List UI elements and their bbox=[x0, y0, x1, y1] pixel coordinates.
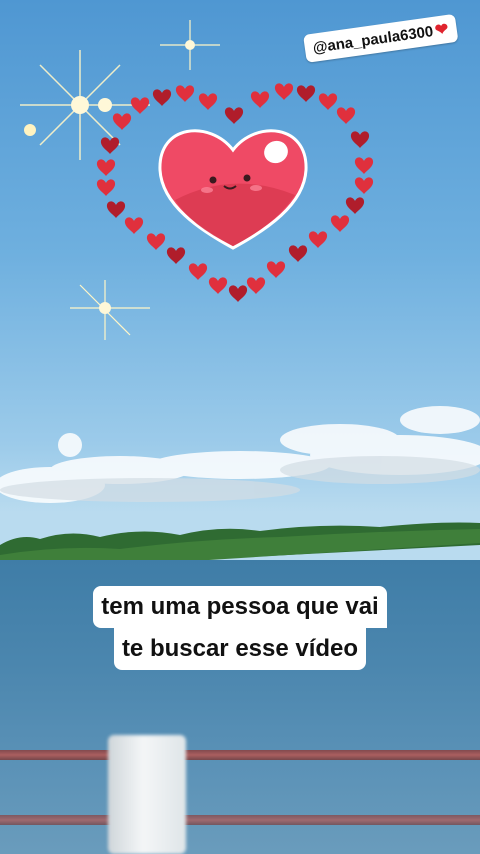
video-frame[interactable]: @ana_paula6300 ❤ tem uma pessoa que vai … bbox=[0, 0, 480, 854]
video-caption: tem uma pessoa que vai te buscar esse ví… bbox=[0, 586, 480, 670]
boat-railing-upper bbox=[0, 750, 480, 760]
red-heart-icon: ❤ bbox=[433, 20, 450, 40]
caption-line-2: te buscar esse vídeo bbox=[113, 628, 367, 670]
clouds bbox=[0, 406, 480, 503]
smiling-heart-icon bbox=[158, 129, 308, 250]
boat-railing-lower bbox=[0, 815, 480, 825]
heart-frame bbox=[96, 83, 374, 302]
railing-post bbox=[108, 735, 186, 854]
caption-line-1: tem uma pessoa que vai bbox=[93, 586, 387, 628]
